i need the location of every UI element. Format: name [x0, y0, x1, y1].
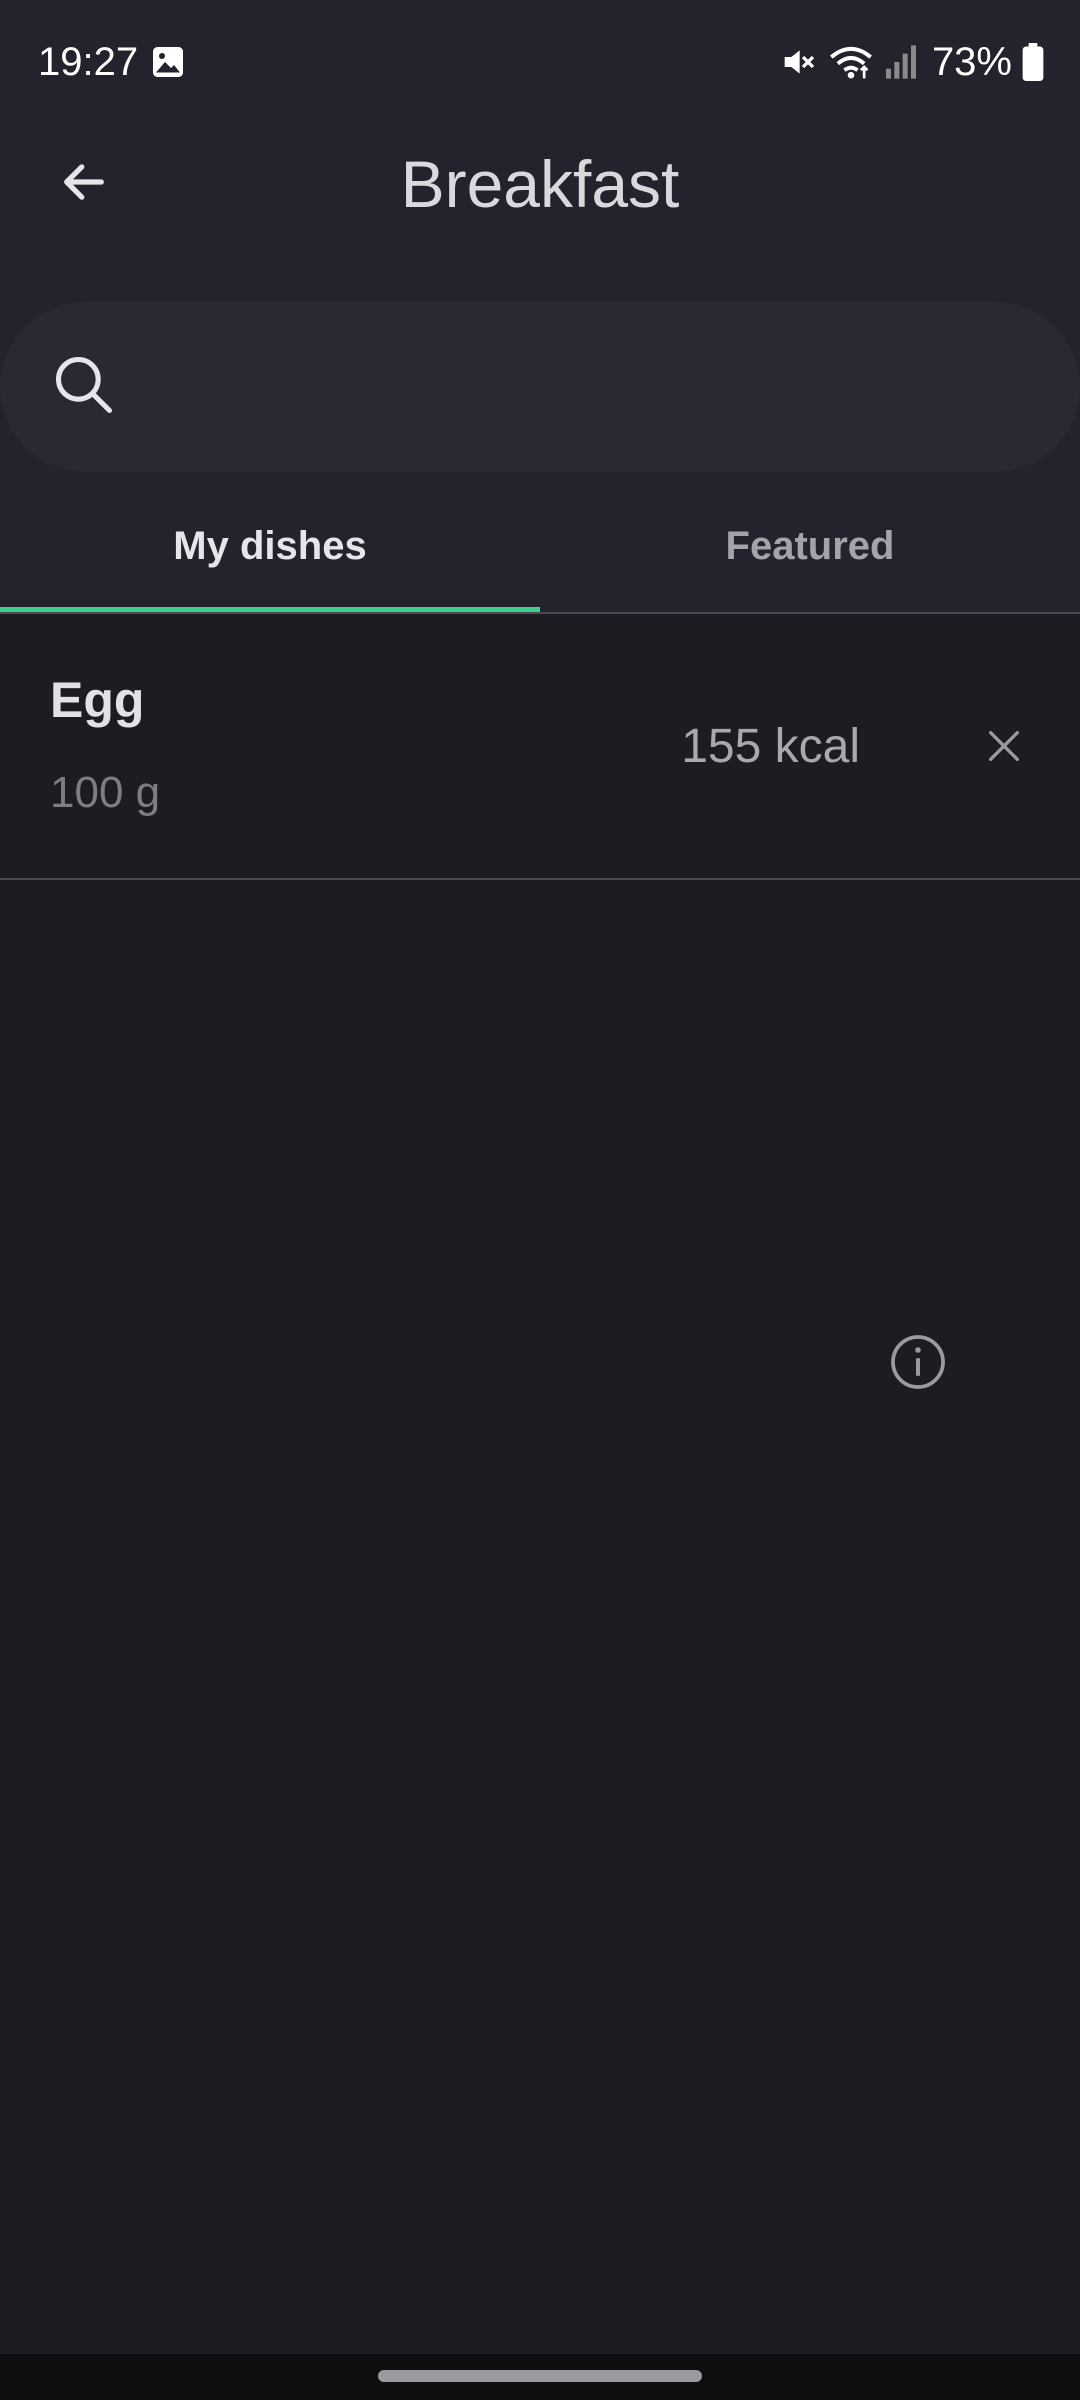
status-icons: 73% — [778, 38, 1044, 86]
search-input[interactable] — [148, 362, 1080, 412]
tab-featured[interactable]: Featured — [540, 478, 1080, 614]
mute-icon — [778, 42, 818, 82]
gallery-icon — [150, 44, 186, 80]
app-bar: Breakfast — [0, 124, 1080, 244]
dish-kcal: 155 kcal — [681, 720, 860, 773]
tab-featured-label: Featured — [725, 523, 895, 568]
dish-name: Egg — [50, 672, 145, 728]
list-divider — [0, 878, 1080, 880]
battery-percent: 73% — [931, 40, 1012, 84]
signal-icon — [884, 42, 918, 82]
tab-bar: My dishes Featured — [0, 478, 1080, 614]
tab-my-dishes-label: My dishes — [173, 523, 367, 568]
info-icon — [888, 1335, 948, 1396]
info-button[interactable] — [888, 1332, 948, 1392]
search-icon — [50, 351, 118, 424]
page-title: Breakfast — [400, 147, 680, 221]
close-icon — [984, 726, 1024, 771]
wifi-icon — [828, 42, 874, 82]
tab-my-dishes[interactable]: My dishes — [0, 478, 540, 614]
dish-quantity: 100 g — [50, 768, 161, 817]
search-bar[interactable] — [0, 302, 1080, 472]
battery-icon — [1022, 43, 1044, 81]
remove-dish-button[interactable] — [976, 720, 1032, 776]
system-nav-bar — [0, 2354, 1080, 2400]
app-screen: 19:27 73% Breakfast My dishes Featured E… — [0, 0, 1080, 2400]
list-item[interactable]: Egg 100 g 155 kcal — [0, 614, 1080, 1389]
home-indicator[interactable] — [378, 2370, 702, 2382]
status-time: 19:27 — [38, 40, 139, 84]
header-area: 19:27 73% Breakfast My dishes Featured — [0, 0, 1080, 614]
status-bar: 19:27 73% — [0, 0, 1080, 124]
